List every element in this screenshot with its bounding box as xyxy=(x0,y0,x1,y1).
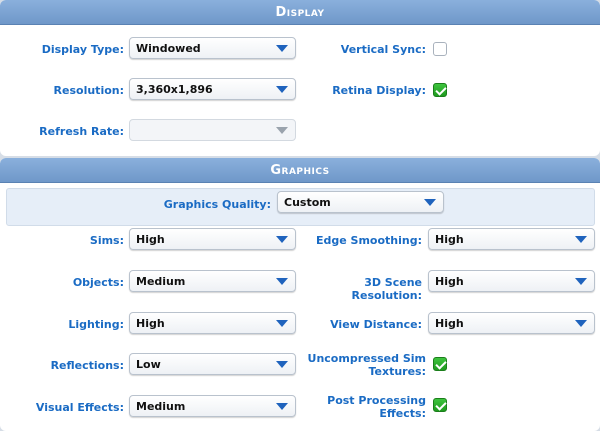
chevron-down-icon xyxy=(276,320,288,327)
display-type-dropdown[interactable]: Windowed xyxy=(129,37,296,59)
objects-value: Medium xyxy=(136,275,186,288)
post-processing-label-line2: Effects: xyxy=(379,407,426,420)
scene-resolution-dropdown[interactable]: High xyxy=(428,270,595,292)
graphics-quality-label: Graphics Quality: xyxy=(163,198,271,211)
chevron-down-icon xyxy=(276,278,288,285)
chevron-down-icon xyxy=(276,403,288,410)
view-distance-dropdown[interactable]: High xyxy=(428,312,595,334)
graphics-panel: Graphics Graphics Quality: Custom Sims: … xyxy=(0,158,600,431)
sims-label: Sims: xyxy=(89,234,124,247)
scene-resolution-label: 3D Scene Resolution: xyxy=(351,276,422,302)
graphics-header: Graphics xyxy=(0,158,600,183)
reflections-dropdown[interactable]: Low xyxy=(129,353,296,375)
sims-value: High xyxy=(136,233,165,246)
chevron-down-icon xyxy=(575,278,587,285)
uncompressed-textures-label-line2: Textures: xyxy=(368,365,426,378)
post-processing-checkbox[interactable] xyxy=(433,398,447,412)
uncompressed-textures-label-line1: Uncompressed Sim xyxy=(307,352,426,365)
retina-display-checkbox[interactable] xyxy=(433,83,447,97)
refresh-rate-label: Refresh Rate: xyxy=(39,125,124,138)
chevron-down-icon xyxy=(276,361,288,368)
chevron-down-icon xyxy=(276,86,288,93)
edge-smoothing-dropdown[interactable]: High xyxy=(428,228,595,250)
chevron-down-icon xyxy=(424,199,436,206)
display-header: Display xyxy=(0,0,600,25)
graphics-quality-value: Custom xyxy=(284,196,331,209)
view-distance-value: High xyxy=(435,317,464,330)
objects-dropdown[interactable]: Medium xyxy=(129,270,296,292)
visual-effects-dropdown[interactable]: Medium xyxy=(129,395,296,417)
scene-resolution-value: High xyxy=(435,275,464,288)
chevron-down-icon xyxy=(276,45,288,52)
objects-label: Objects: xyxy=(72,276,124,289)
display-type-value: Windowed xyxy=(136,42,201,55)
resolution-dropdown[interactable]: 3,360x1,896 xyxy=(129,78,296,100)
graphics-quality-dropdown[interactable]: Custom xyxy=(277,191,444,213)
chevron-down-icon xyxy=(276,236,288,243)
uncompressed-textures-label: Uncompressed Sim Textures: xyxy=(300,352,426,378)
chevron-down-icon xyxy=(575,236,587,243)
reflections-label: Reflections: xyxy=(50,359,124,372)
vertical-sync-label: Vertical Sync: xyxy=(340,43,426,56)
post-processing-label-line1: Post Processing xyxy=(327,394,426,407)
resolution-label: Resolution: xyxy=(53,84,124,97)
chevron-down-icon xyxy=(575,320,587,327)
refresh-rate-dropdown[interactable] xyxy=(129,119,296,141)
vertical-sync-checkbox[interactable] xyxy=(433,42,447,56)
post-processing-label: Post Processing Effects: xyxy=(300,394,426,420)
visual-effects-value: Medium xyxy=(136,400,186,413)
retina-display-label: Retina Display: xyxy=(332,84,426,97)
display-panel: Display Display Type: Windowed Resolutio… xyxy=(0,0,600,156)
sims-dropdown[interactable]: High xyxy=(129,228,296,250)
reflections-value: Low xyxy=(136,358,161,371)
lighting-value: High xyxy=(136,317,165,330)
view-distance-label: View Distance: xyxy=(330,318,422,331)
visual-effects-label: Visual Effects: xyxy=(35,401,124,414)
chevron-down-icon xyxy=(276,127,288,134)
display-type-label: Display Type: xyxy=(41,43,124,56)
edge-smoothing-label: Edge Smoothing: xyxy=(315,234,422,247)
resolution-value: 3,360x1,896 xyxy=(136,83,213,96)
uncompressed-textures-checkbox[interactable] xyxy=(433,357,447,371)
lighting-label: Lighting: xyxy=(68,318,124,331)
edge-smoothing-value: High xyxy=(435,233,464,246)
lighting-dropdown[interactable]: High xyxy=(129,312,296,334)
